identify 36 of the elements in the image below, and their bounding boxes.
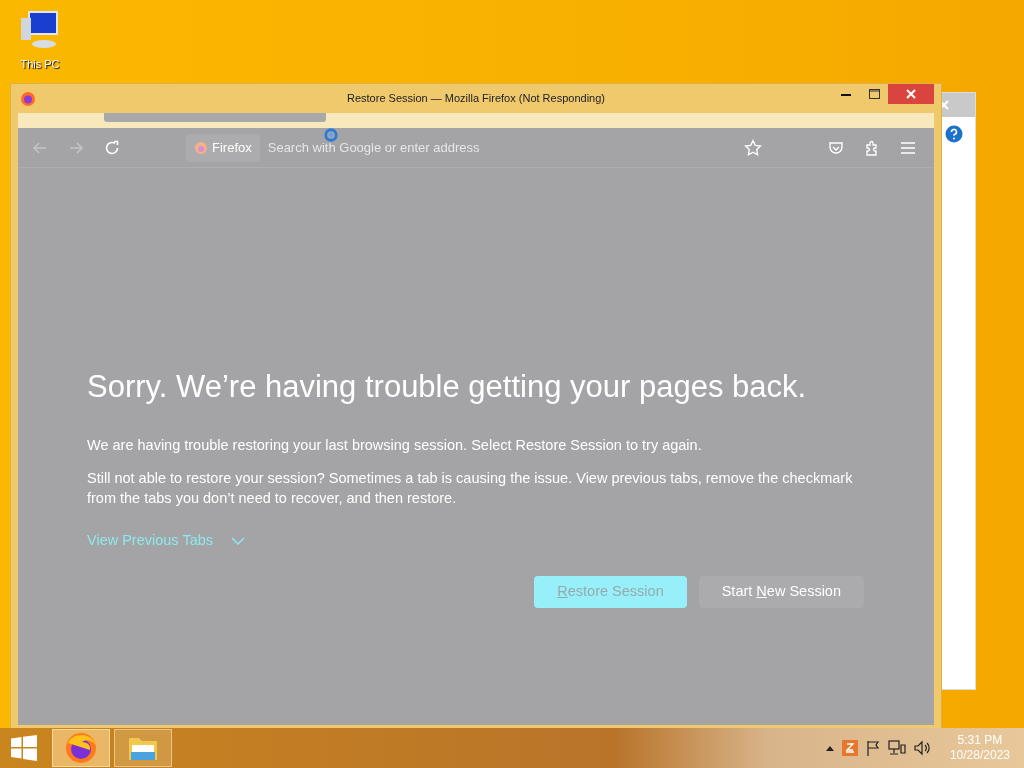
app-tray-icon[interactable]: [841, 740, 858, 756]
menu-icon[interactable]: [900, 140, 916, 155]
browser-icon: [64, 731, 98, 765]
browser-logo-icon: [194, 140, 208, 155]
address-field[interactable]: Search with Google or enter address: [267, 137, 736, 158]
maximize-icon: [868, 89, 880, 99]
puzzle-icon[interactable]: [864, 139, 880, 156]
reload-icon: [104, 139, 120, 156]
taskbar-button[interactable]: [114, 729, 172, 767]
error-message: We are having trouble restoring your last browsing session. Select Restore Session to try again.: [87, 435, 703, 455]
minimize-icon: [841, 92, 851, 96]
error-message: Still not able to restore your session? Sometimes a tab is causing the issue. View previous tabs, remove the checkmark from the tabs you don’t need to recover, and then restore.: [87, 468, 854, 508]
clock[interactable]: 5:31 PM 10/28/2023: [949, 733, 1010, 763]
network-icon[interactable]: [887, 740, 906, 756]
pocket-icon[interactable]: [828, 139, 844, 156]
taskbar-button[interactable]: [52, 729, 110, 767]
desktop-icon-label[interactable]: This PC: [20, 56, 60, 73]
error-heading: Sorry. We’re having trouble getting your pages back.: [87, 368, 808, 406]
restore-session-button[interactable]: Restore Session: [534, 575, 687, 608]
flag-icon[interactable]: [865, 740, 880, 756]
forward-arrow-icon: [68, 139, 84, 156]
volume-icon[interactable]: [913, 740, 932, 756]
close-icon[interactable]: [939, 100, 949, 110]
browser-logo-icon: [20, 90, 36, 107]
close-button[interactable]: [888, 84, 934, 104]
show-hidden-icons-icon[interactable]: [825, 745, 834, 751]
help-icon[interactable]: [945, 125, 963, 143]
window-title: Restore Session — Mozilla Firefox (Not Responding): [346, 91, 606, 107]
back-arrow-icon: [32, 139, 48, 156]
identity-label[interactable]: Firefox: [186, 133, 260, 162]
view-previous-tabs-toggle[interactable]: View Previous Tabs: [87, 529, 245, 552]
bookmark-star-icon[interactable]: [744, 138, 762, 157]
busy-cursor-icon: [324, 128, 338, 142]
new-session-button[interactable]: Start New Session: [698, 575, 864, 608]
windows-logo-icon: [11, 735, 37, 761]
close-icon: [906, 89, 916, 99]
